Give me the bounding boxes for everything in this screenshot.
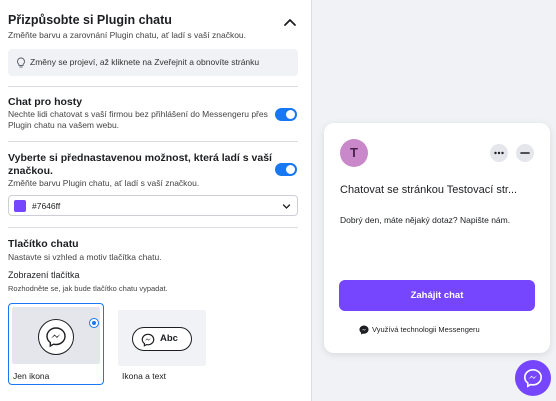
display-desc: Rozhodněte se, jak bude tlačítko chatu v…: [8, 284, 168, 293]
guest-chat-toggle[interactable]: [275, 108, 297, 121]
preset-desc: Změňte barvu Plugin chatu, ať ladí s vaš…: [8, 178, 200, 188]
color-select[interactable]: #7646ff: [8, 195, 298, 216]
chevron-up-icon[interactable]: [283, 16, 297, 30]
panel-title: Přizpůsobte si Plugin chatu: [8, 13, 172, 27]
option-preview: [12, 307, 100, 364]
chat-pill-preview: Abc: [132, 327, 192, 351]
chevron-down-icon: [282, 204, 291, 209]
option-icon-only[interactable]: Jen ikona: [8, 303, 104, 385]
guest-chat-title: Chat pro hosty: [8, 96, 83, 108]
chat-button-desc: Nastavte si vzhled a motiv tlačítka chat…: [8, 252, 162, 262]
powered-by: Využívá technologii Messengeru: [359, 325, 480, 335]
radio-selected[interactable]: [89, 318, 99, 328]
greeting-text: Dobrý den, máte nějaký dotaz? Napište ná…: [340, 215, 511, 225]
option-label: Ikona a text: [122, 371, 166, 381]
chat-preview-card: T Chatovat se stránkou Testovací str... …: [324, 123, 550, 353]
chat-launcher-button[interactable]: [515, 360, 551, 396]
preset-title-line2: značkou.: [8, 165, 53, 177]
start-chat-button[interactable]: Zahájit chat: [339, 280, 535, 311]
powered-by-text: Využívá technologii Messengeru: [372, 325, 480, 334]
settings-panel: Přizpůsobte si Plugin chatu Změňte barvu…: [0, 0, 311, 401]
option-preview: Abc: [118, 310, 206, 366]
display-title: Zobrazení tlačítka: [8, 270, 80, 280]
more-options-button[interactable]: [490, 144, 508, 162]
notice-text: Změny se projeví, až kliknete na Zveřejn…: [30, 57, 260, 67]
messenger-icon: [46, 327, 66, 348]
guest-chat-desc-line2: Plugin chatu na vašem webu.: [8, 120, 120, 130]
messenger-icon: [359, 325, 369, 335]
panel-subtitle: Změňte barvu a zarovnání Plugin chatu, a…: [8, 30, 247, 40]
preset-title-line1: Vyberte si přednastavenou možnost, která…: [8, 152, 272, 164]
color-value: #7646ff: [32, 201, 61, 211]
more-icon: [494, 151, 504, 155]
avatar: T: [340, 139, 368, 167]
divider: [8, 141, 298, 142]
option-label: Jen ikona: [13, 371, 50, 381]
color-swatch: [14, 200, 26, 212]
messenger-icon: [141, 333, 155, 347]
chat-button-title: Tlačítko chatu: [8, 238, 79, 250]
chat-bubble-preview: [38, 319, 74, 355]
divider: [8, 227, 298, 228]
lightbulb-icon: [17, 57, 25, 68]
preset-toggle[interactable]: [275, 163, 297, 176]
divider: [8, 86, 298, 87]
guest-chat-desc-line1: Nechte lidi chatovat s vaší firmou bez p…: [8, 109, 268, 119]
changes-notice: Změny se projeví, až kliknete na Zveřejn…: [8, 49, 298, 76]
option-icon-and-text[interactable]: Abc Ikona a text: [117, 303, 213, 385]
minimize-button[interactable]: [516, 144, 534, 162]
pill-text: Abc: [160, 333, 178, 344]
messenger-icon: [523, 368, 543, 388]
chat-title: Chatovat se stránkou Testovací str...: [340, 184, 518, 196]
minimize-icon: [520, 152, 530, 154]
